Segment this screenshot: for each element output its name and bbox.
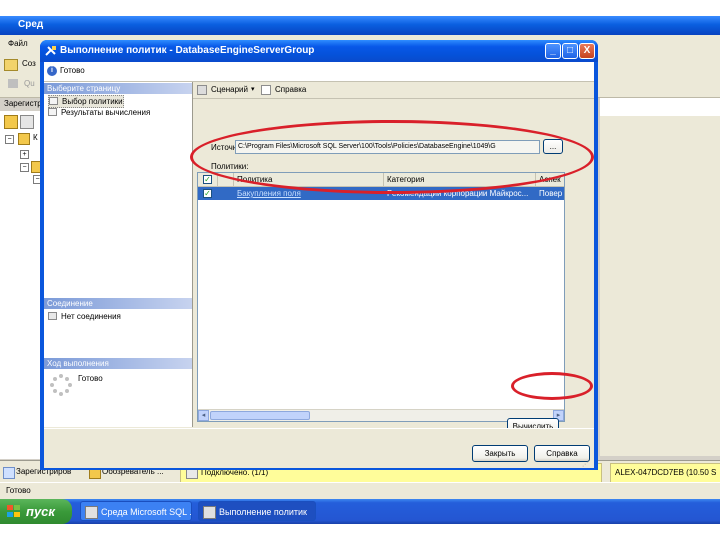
- resize-grip-icon[interactable]: ⋰: [582, 461, 588, 468]
- registered-servers-header: Зарегистр: [0, 98, 42, 110]
- policies-label: Политики:: [211, 162, 249, 171]
- row-checkbox[interactable]: ✓: [203, 189, 212, 198]
- script-dropdown-icon[interactable]: ▾: [251, 85, 255, 93]
- maximize-button[interactable]: □: [562, 43, 578, 59]
- header-facet[interactable]: Аспек: [536, 173, 564, 186]
- folder-icon: [18, 133, 30, 145]
- policy-icon: [45, 46, 56, 56]
- registered-servers-label: Зарегистр: [4, 99, 42, 108]
- windows-logo-icon: [7, 505, 21, 518]
- info-icon: i: [47, 66, 57, 76]
- tree-item-label[interactable]: К: [33, 133, 38, 142]
- page-select-policy-label: Выбор политики: [62, 97, 123, 106]
- server-info: ALEX-047DCD7EB (10.50 S: [615, 468, 717, 477]
- taskbar: пуск Среда Microsoft SQL ... Выполнение …: [0, 499, 720, 524]
- server-info-bar: ALEX-047DCD7EB (10.50 S: [610, 463, 720, 483]
- background-status-text: Готово: [6, 486, 31, 495]
- tree-collapse-icon[interactable]: −: [5, 135, 14, 144]
- script-icon: [197, 85, 207, 95]
- dialog-status-text: Готово: [60, 66, 85, 75]
- content-toolbar: Сценарий ▾ Справка: [193, 82, 594, 99]
- script-button-label: Сценарий: [211, 85, 248, 94]
- toolbar-disabled-icon: [8, 79, 18, 88]
- page-evaluation-results-label: Результаты вычисления: [61, 108, 151, 117]
- page-icon-2: [48, 108, 57, 116]
- dialog-status-bar: i Готово: [44, 62, 594, 82]
- desktop-screen: Сред Файл Соз Qu Зарегистр − К + − − Зар…: [0, 16, 720, 524]
- background-statusbar: Готово: [0, 482, 720, 499]
- row-policy[interactable]: Бакупления поля: [234, 187, 384, 200]
- help-button[interactable]: Справка: [534, 445, 590, 462]
- no-connection-icon: [48, 312, 57, 320]
- server-type-icon[interactable]: [4, 115, 18, 129]
- progress-text: Готово: [78, 374, 103, 383]
- dialog-title: Выполнение политик - DatabaseEngineServe…: [60, 45, 315, 56]
- page-icon: [49, 97, 58, 105]
- dialog-side-panel: Выберите страницу Выбор политики Результ…: [44, 82, 193, 427]
- taskbar-item-ssms-label: Среда Microsoft SQL ...: [101, 507, 192, 517]
- ssms-app-icon: [85, 506, 98, 519]
- dialog-content: Сценарий ▾ Справка Источник: C:\Program …: [193, 82, 594, 435]
- background-right-area: [600, 116, 720, 456]
- servers-tab-icon: [3, 467, 15, 479]
- start-button[interactable]: пуск: [0, 499, 72, 524]
- tree-collapse-icon-2[interactable]: −: [20, 163, 29, 172]
- registered-servers-panel: − К + − −: [0, 111, 43, 459]
- background-window-title: Сред: [18, 19, 44, 30]
- script-button[interactable]: Сценарий: [197, 84, 248, 96]
- dialog-body: i Готово Выберите страницу Выбор политик…: [44, 62, 594, 468]
- select-page-header: Выберите страницу: [44, 83, 192, 94]
- new-query-icon[interactable]: [4, 59, 18, 71]
- source-input[interactable]: C:\Program Files\Microsoft SQL Server\10…: [235, 140, 540, 154]
- header-icon-column: [218, 173, 234, 186]
- row-category: Рекомендации корпорации Майкрос...: [387, 189, 529, 198]
- taskbar-item-evaluate-policies[interactable]: Выполнение политик: [198, 501, 316, 521]
- menu-file[interactable]: Файл: [8, 39, 28, 48]
- close-window-button[interactable]: X: [579, 43, 595, 59]
- table-row[interactable]: ✓ Бакупления поля Рекомендации корпораци…: [198, 187, 564, 200]
- toolbar-disabled-button: Qu: [24, 79, 35, 88]
- connection-item: Нет соединения: [48, 311, 121, 322]
- dialog-footer: Закрыть Справка ⋰: [44, 428, 594, 468]
- connection-header: Соединение: [44, 298, 192, 309]
- help-icon: [261, 85, 271, 95]
- background-filter-strip: [600, 98, 720, 117]
- progress-spinner-icon: [50, 374, 72, 396]
- taskbar-item-evaluate-policies-label: Выполнение политик: [219, 507, 307, 517]
- header-policy[interactable]: Политика: [234, 173, 384, 186]
- header-category[interactable]: Категория: [384, 173, 536, 186]
- select-all-checkbox[interactable]: ✓: [203, 175, 212, 184]
- connection-text: Нет соединения: [61, 312, 121, 321]
- dialog-titlebar[interactable]: Выполнение политик - DatabaseEngineServe…: [40, 40, 598, 62]
- taskbar-item-ssms[interactable]: Среда Microsoft SQL ...: [80, 501, 192, 521]
- evaluate-policies-dialog: Выполнение политик - DatabaseEngineServe…: [40, 40, 598, 470]
- progress-header: Ход выполнения: [44, 358, 192, 369]
- grid-header: ✓ Политика Категория Аспек: [198, 173, 564, 187]
- tree-expand-icon[interactable]: +: [20, 150, 29, 159]
- policies-grid: ✓ Политика Категория Аспек ✓ Бакупления …: [197, 172, 565, 422]
- database-engine-icon[interactable]: [20, 115, 34, 129]
- background-window-titlebar[interactable]: Сред: [0, 16, 720, 35]
- scroll-left-icon[interactable]: ◂: [198, 410, 209, 421]
- minimize-button[interactable]: _: [545, 43, 561, 59]
- scroll-thumb[interactable]: [210, 411, 310, 420]
- start-label: пуск: [26, 504, 55, 519]
- help-toolbar-label: Справка: [275, 85, 307, 94]
- page-evaluation-results[interactable]: Результаты вычисления: [48, 107, 150, 118]
- new-query-button[interactable]: Соз: [22, 59, 36, 68]
- policy-app-icon: [203, 506, 216, 519]
- header-select-all[interactable]: ✓: [198, 173, 218, 186]
- browse-button[interactable]: ...: [543, 139, 563, 154]
- help-toolbar-button[interactable]: Справка: [261, 84, 306, 96]
- row-facet: Повер: [539, 189, 563, 198]
- close-button[interactable]: Закрыть: [472, 445, 528, 462]
